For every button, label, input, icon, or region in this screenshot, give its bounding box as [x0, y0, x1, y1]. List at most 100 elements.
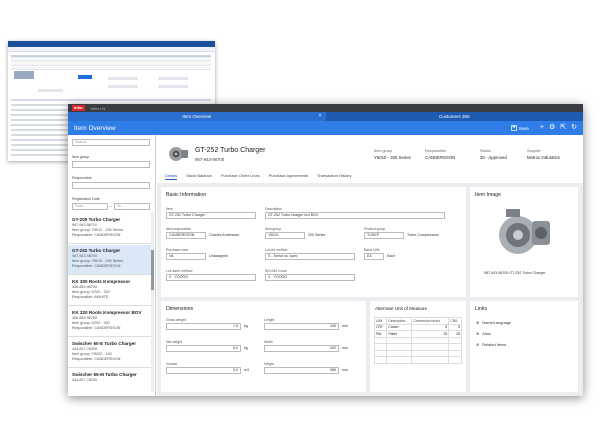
link-icon: ⊚	[476, 342, 480, 347]
item-responsible: Responsible: AWHITE	[72, 295, 109, 299]
item-field[interactable]: GT-252 Turbo Charger	[166, 212, 256, 219]
os-titlebar: Infor Infor LN	[68, 104, 583, 112]
tab-stock-balance[interactable]: Stock Balance	[186, 173, 212, 180]
basic-uom-name: Each	[387, 254, 396, 258]
tab-purchase-order-lines[interactable]: Purchase Order Lines	[221, 173, 260, 180]
volume-unit: m3	[244, 368, 249, 372]
tab-item-overview[interactable]: Item Overview ×	[68, 112, 326, 121]
responsible-label: Item responsible	[166, 227, 191, 231]
list-item[interactable]: KK 300 Roots Kompressor 456-859-98700 It…	[68, 276, 152, 306]
tab-customers-360[interactable]: Customers 360	[326, 112, 584, 121]
registration-date-label: Registration Date	[72, 197, 100, 201]
volume-label: Volume	[166, 362, 178, 366]
lot-number-method-select[interactable]: X - YOOOO	[166, 274, 256, 281]
item-responsible: Responsible: CANDERSSON	[72, 264, 121, 268]
description-field[interactable]: GT-252 Turbo charger incl BOV	[265, 212, 445, 219]
infor-logo: Infor	[72, 105, 85, 111]
height-unit: mm	[342, 368, 348, 372]
link-alias[interactable]: ⊚ Alias	[476, 331, 491, 336]
summary-supplier: Supplier Metrox Industries	[527, 149, 560, 160]
date-from-field[interactable]: From	[72, 203, 108, 210]
panel-title: Basic Information	[166, 192, 207, 198]
search-input[interactable]: Search	[72, 139, 150, 146]
net-weight-label: Net weight	[166, 340, 183, 344]
scrollbar[interactable]	[151, 212, 154, 392]
link-icon: ⊚	[476, 331, 480, 336]
length-label: Length	[264, 318, 275, 322]
panel-title: Alternate Unit of Measure	[375, 306, 428, 311]
panel-title: Links	[475, 306, 488, 312]
volume-field[interactable]: 5,0	[166, 367, 241, 374]
item-summary: GT-252 Turbo Charger 987-943-98700 Item …	[157, 135, 583, 183]
responsible-label: Responsible	[72, 176, 92, 180]
length-unit: mm	[342, 324, 348, 328]
list-item[interactable]: GT-200 Turbo Charger 987-943-98710 Item …	[68, 214, 152, 244]
responsible-field[interactable]	[72, 182, 150, 189]
basic-uom-field[interactable]: EA	[364, 253, 384, 260]
item-group-label: Item group	[72, 155, 90, 159]
turbo-charger-thumbnail	[169, 147, 188, 161]
basic-uom-label: Basic U/M	[364, 248, 380, 252]
panel-title: Dimensions	[166, 306, 194, 312]
panel-title: Item Image	[475, 192, 501, 198]
item-responsible: Responsible: CANDERSSON	[72, 233, 121, 237]
lot-control-select[interactable]: S - Serial no. spec	[265, 253, 355, 260]
list-item[interactable]: Swischer 60-E Turbo Charger 444-827-7820…	[68, 338, 152, 368]
gross-weight-label: Gross weight	[166, 318, 186, 322]
responsible-name: Charles Andersson	[209, 233, 240, 237]
share-icon[interactable]: ⇱	[560, 121, 566, 135]
item-part-number: 987-943-98700	[195, 157, 225, 162]
gross-weight-field[interactable]: 7,5	[166, 323, 241, 330]
add-icon[interactable]: +	[540, 121, 544, 135]
item-responsible: Responsible: CANDERSSON	[72, 326, 121, 330]
save-icon	[510, 125, 517, 131]
sn-uom-label: SN U/M in use	[265, 269, 287, 273]
width-unit: mm	[342, 346, 348, 350]
settings-icon[interactable]: ⚙	[549, 121, 555, 135]
net-weight-field[interactable]: 8,0	[166, 345, 241, 352]
description-label: Description	[265, 207, 282, 211]
item-group-field[interactable]: Y5010	[265, 232, 305, 239]
product-group-field[interactable]: TUSKP	[364, 232, 404, 239]
width-field[interactable]: 400	[264, 345, 339, 352]
item-group-field[interactable]	[72, 161, 150, 168]
tab-purchase-agreements[interactable]: Purchase Agreements	[269, 173, 308, 180]
summary-item-group: Item group Y5010 - 200 Series	[374, 149, 411, 160]
item-details: GT-252 Turbo Charger 987-943-98700 Item …	[157, 135, 583, 396]
list-item[interactable]: KK 320 Roots Kompressor BOV 456-859-9870…	[68, 307, 152, 337]
purchase-view-field[interactable]: VA	[166, 253, 206, 260]
item-group-name: 200 Series	[308, 233, 326, 237]
basic-information-panel: Basic Information Item GT-252 Turbo Char…	[161, 187, 466, 297]
date-separator: –	[110, 204, 112, 208]
product-group-label: Product group	[364, 227, 386, 231]
uom-table: U/M Description Conversion factor CRA CRT Ca…	[373, 317, 462, 364]
product-group-name: Turbo Compressors	[407, 233, 439, 237]
net-weight-unit: kg	[244, 346, 248, 350]
turbo-charger-image	[499, 209, 550, 254]
purchase-view-name: Unassigned	[209, 254, 228, 258]
item-number: 444-827-78200	[72, 378, 98, 382]
search-panel: Search Item group Responsible Registrati…	[68, 135, 156, 396]
list-item-selected[interactable]: GT-252 Turbo Charger 987-943-98700 Item …	[68, 245, 152, 275]
summary-status: Status 20 - Approved	[480, 149, 507, 160]
item-title: GT-252 Turbo Charger	[195, 147, 266, 154]
tab-details[interactable]: Details	[165, 173, 178, 180]
height-field[interactable]: 385	[264, 367, 339, 374]
link-related-items[interactable]: ⊚ Related Items	[476, 342, 506, 347]
detail-tabs: Details Stock Balance Purchase Order Lin…	[165, 173, 351, 180]
tab-transaction-history[interactable]: Transaction History	[317, 173, 351, 180]
refresh-icon[interactable]: ↻	[571, 121, 577, 135]
link-name-language[interactable]: ⊚ Name/Language	[476, 320, 511, 325]
save-button[interactable]: Save	[510, 125, 529, 131]
responsible-field[interactable]: CANDERSSON	[166, 232, 206, 239]
item-label: Item	[166, 207, 173, 211]
list-item[interactable]: Swischer 65-M Turbo Charger 444-827-7820…	[68, 369, 152, 396]
close-icon[interactable]: ×	[319, 112, 322, 121]
sn-uom-select[interactable]: X - YOOOO	[265, 274, 355, 281]
item-image-panel: Item Image 987-943-98700 GT-252 Turbo Ch…	[470, 187, 578, 297]
length-field[interactable]: 345	[264, 323, 339, 330]
date-to-field[interactable]: To	[114, 203, 150, 210]
gross-weight-unit: kg	[244, 324, 248, 328]
dimensions-panel: Dimensions Gross weight 7,5 kg Length 34…	[161, 301, 366, 392]
image-caption: 987-943-98700 GT-252 Turbo Charger	[484, 271, 546, 275]
